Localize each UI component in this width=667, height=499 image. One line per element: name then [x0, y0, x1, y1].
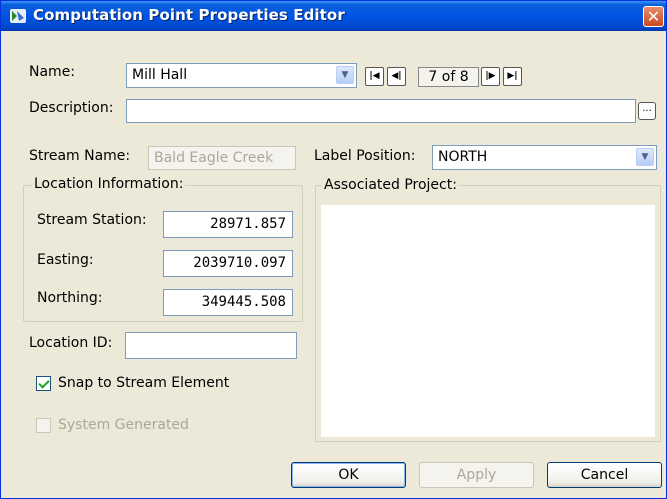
chevron-down-icon[interactable]: ▼ [636, 148, 654, 166]
ok-button[interactable]: OK [291, 462, 406, 488]
apply-button[interactable]: Apply [419, 462, 534, 488]
label-position-select[interactable]: NORTH ▼ [432, 145, 657, 170]
label-position-value: NORTH [438, 149, 488, 165]
location-id-label: Location ID: [29, 335, 113, 351]
snap-checkbox[interactable] [36, 376, 51, 391]
description-field[interactable] [126, 99, 636, 123]
chevron-down-icon[interactable]: ▼ [336, 66, 354, 84]
northing-field[interactable]: 349445.508 [163, 289, 293, 316]
last-record-icon[interactable]: ▶| [503, 67, 522, 86]
location-info-title: Location Information: [32, 176, 186, 192]
properties-dialog: Computation Point Properties Editor ✕ Na… [0, 0, 667, 499]
next-record-icon[interactable]: |▶ [481, 67, 500, 86]
description-label: Description: [29, 100, 114, 116]
associated-project-list[interactable] [321, 205, 655, 437]
window-title: Computation Point Properties Editor [33, 6, 345, 24]
previous-record-icon[interactable]: ◀| [387, 67, 406, 86]
close-icon[interactable]: ✕ [643, 6, 664, 27]
app-icon [10, 9, 26, 23]
title-bar[interactable]: Computation Point Properties Editor ✕ [1, 1, 666, 31]
label-position-label: Label Position: [314, 148, 416, 164]
record-counter: 7 of 8 [418, 67, 479, 87]
name-label: Name: [29, 64, 76, 80]
stream-name-label: Stream Name: [29, 148, 131, 164]
system-generated-checkbox[interactable] [36, 418, 51, 433]
first-record-icon[interactable]: |◀ [365, 67, 384, 86]
system-generated-label: System Generated [58, 417, 189, 433]
browse-button[interactable]: ... [638, 102, 656, 120]
snap-label[interactable]: Snap to Stream Element [58, 375, 229, 391]
name-value: Mill Hall [132, 67, 188, 83]
easting-label: Easting: [37, 252, 94, 268]
stream-station-field[interactable]: 28971.857 [163, 211, 293, 238]
name-combobox[interactable]: Mill Hall ▼ [126, 63, 357, 88]
associated-project-title: Associated Project: [322, 177, 459, 193]
cancel-button[interactable]: Cancel [547, 462, 662, 488]
easting-field[interactable]: 2039710.097 [163, 250, 293, 277]
stream-station-label: Stream Station: [37, 212, 147, 228]
location-id-field[interactable] [125, 332, 297, 359]
northing-label: Northing: [37, 290, 103, 306]
stream-name-field: Bald Eagle Creek [148, 146, 296, 170]
